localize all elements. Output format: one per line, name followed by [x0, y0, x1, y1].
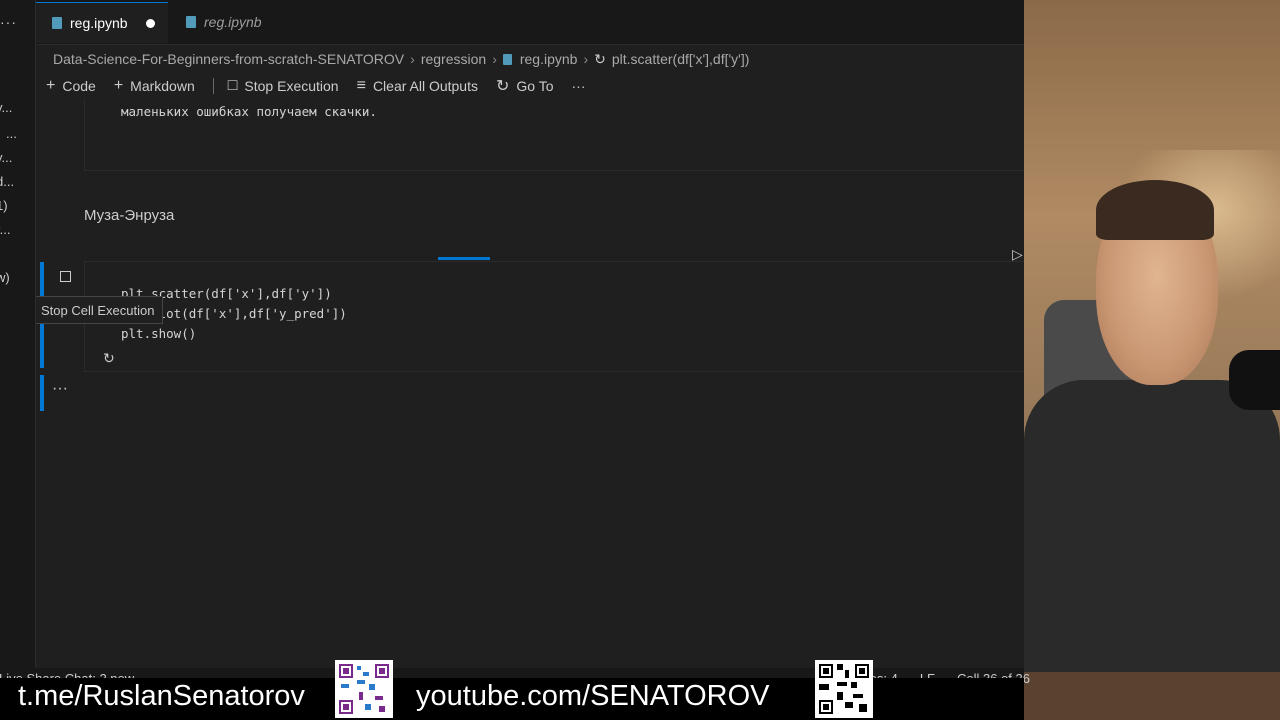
toolbar-divider	[212, 78, 214, 94]
breadcrumb-file[interactable]: reg.ipynb	[520, 51, 578, 67]
more-actions-button[interactable]: ···	[572, 78, 586, 94]
tab-bar: reg.ipynb reg.ipynb	[36, 0, 1024, 45]
breadcrumb-symbol[interactable]: plt.scatter(df['x'],df['y'])	[612, 51, 750, 67]
breadcrumb-folder[interactable]: Data-Science-For-Beginners-from-scratch-…	[53, 51, 404, 67]
stop-execution-button[interactable]: □ Stop Execution	[228, 77, 339, 95]
explorer-item-fragment[interactable]: y...	[0, 150, 12, 165]
markdown-cell-text: маленьких ошибках получаем скачки.	[121, 104, 377, 119]
notebook-icon	[186, 16, 196, 28]
add-code-label: Code	[62, 78, 96, 94]
explorer-item-fragment[interactable]: w)	[0, 270, 10, 285]
webcam-table	[1024, 672, 1280, 720]
webcam-person-body	[1024, 380, 1280, 680]
clear-all-outputs-button[interactable]: ≡ Clear All Outputs	[357, 77, 478, 95]
tab-label: reg.ipynb	[70, 15, 128, 31]
more-icon: ···	[571, 78, 586, 94]
refresh-icon: ↻	[496, 78, 510, 95]
notebook-editor: reg.ipynb reg.ipynb Data-Science-For-Beg…	[36, 0, 1024, 668]
telegram-link-text: t.me/RuslanSenatorov	[18, 680, 305, 712]
breadcrumb-folder[interactable]: regression	[421, 51, 486, 67]
tab-reg-ipynb-active[interactable]: reg.ipynb	[36, 2, 168, 43]
clear-all-outputs-label: Clear All Outputs	[372, 78, 478, 94]
clear-list-icon: ≡	[356, 77, 366, 94]
tab-reg-ipynb-preview[interactable]: reg.ipynb	[170, 2, 294, 42]
output-focus-indicator	[40, 375, 44, 411]
qr-code-image	[335, 660, 393, 718]
webcam-person-hair	[1096, 180, 1214, 240]
explorer-item-fragment[interactable]: y...	[0, 100, 12, 115]
explorer-item-fragment[interactable]: 1)	[0, 198, 8, 213]
explorer-sidebar: ··· y... ... y... d... 1) r... w)	[0, 0, 36, 668]
output-more-icon[interactable]: ···	[52, 380, 68, 398]
notebook-icon	[502, 53, 512, 65]
code-line: plt.show()	[121, 326, 197, 341]
stop-cell-execution-button[interactable]	[60, 271, 71, 282]
tooltip: Stop Cell Execution	[36, 296, 164, 324]
stop-execution-label: Stop Execution	[244, 78, 339, 94]
code-cell[interactable]: plt.scatter(df['x'],df['y']) plt.plot(df…	[84, 261, 1024, 372]
notebook-icon	[52, 17, 62, 29]
markdown-cell[interactable]: маленьких ошибках получаем скачки.	[84, 100, 1024, 171]
markdown-heading[interactable]: Муза-Энруза	[84, 207, 174, 224]
add-code-cell-button[interactable]: + Code	[46, 77, 96, 95]
more-icon[interactable]: ···	[0, 14, 17, 30]
add-markdown-label: Markdown	[130, 78, 195, 94]
unsaved-dot-icon[interactable]	[145, 18, 155, 28]
webcam-video	[1024, 0, 1280, 720]
add-markdown-cell-button[interactable]: + Markdown	[114, 77, 195, 95]
breadcrumb: Data-Science-For-Beginners-from-scratch-…	[53, 46, 749, 72]
chevron-right-icon: ›	[410, 51, 415, 67]
explorer-item-fragment[interactable]: ...	[6, 126, 17, 141]
chevron-right-icon: ›	[583, 51, 589, 67]
youtube-link-text: youtube.com/SENATOROV	[416, 680, 770, 712]
webcam-microphone	[1229, 350, 1280, 410]
notebook-toolbar: + Code + Markdown □ Stop Execution ≡ Cle…	[46, 74, 604, 98]
plus-icon: +	[113, 77, 124, 94]
explorer-item-fragment[interactable]: d...	[0, 174, 14, 189]
tooltip-text: Stop Cell Execution	[41, 302, 155, 318]
go-to-button[interactable]: ↻ Go To	[496, 76, 554, 96]
qr-code-image	[815, 660, 873, 718]
stop-square-icon: □	[227, 77, 238, 94]
executing-spinner-icon: ↻	[103, 350, 115, 366]
chevron-right-icon: ›	[492, 51, 497, 67]
refresh-icon: ↻	[594, 50, 606, 67]
plus-icon: +	[46, 77, 56, 94]
tab-label: reg.ipynb	[204, 14, 262, 30]
explorer-item-fragment[interactable]: r...	[0, 222, 10, 237]
go-to-label: Go To	[516, 78, 554, 94]
execution-progress-bar	[438, 257, 490, 260]
